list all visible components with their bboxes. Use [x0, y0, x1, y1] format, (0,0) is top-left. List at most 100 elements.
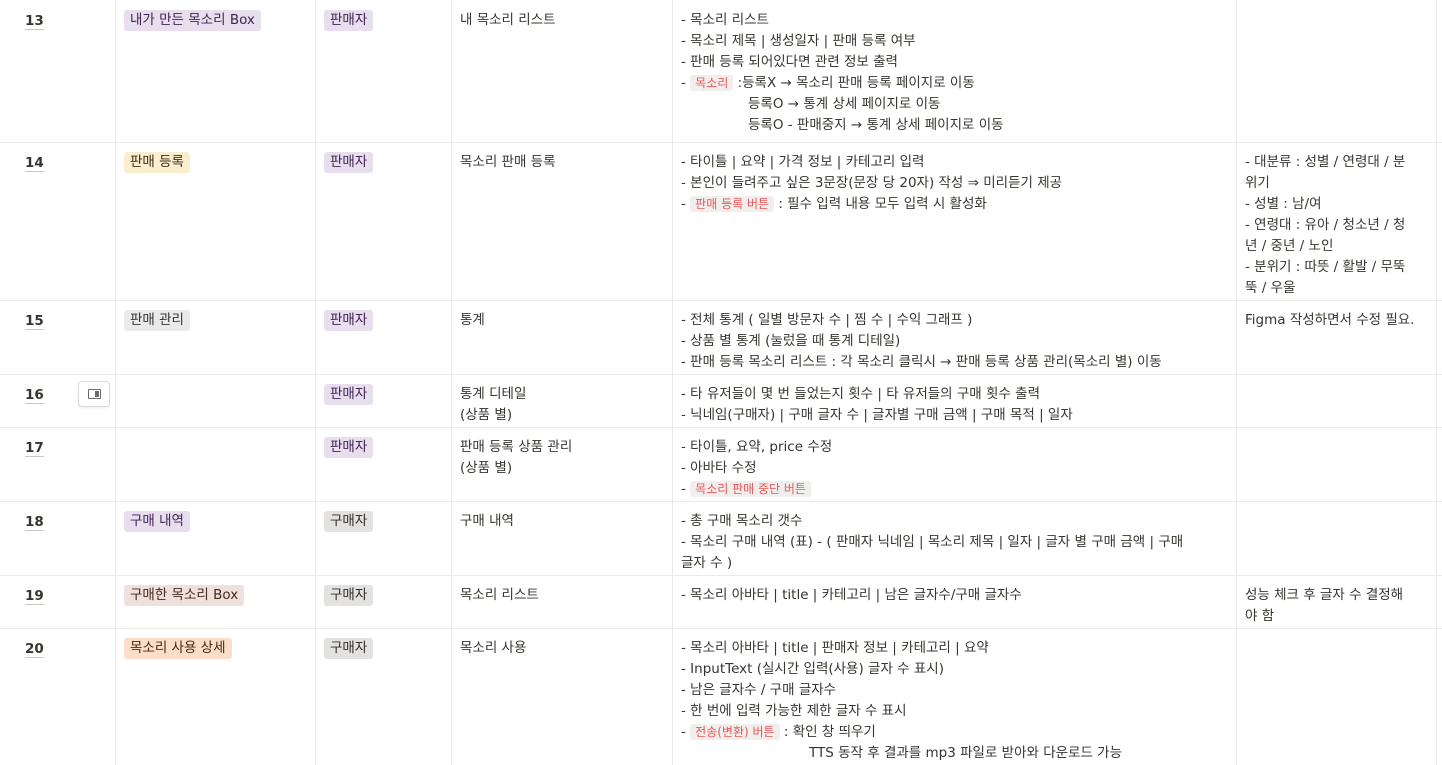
description-prefix: - — [681, 75, 691, 91]
description[interactable]: - 타이틀, 요약, price 수정 - 아바타 수정 - 목소리 판매 중단… — [681, 437, 832, 500]
note-line: Figma 작성하면서 수정 필요. — [1245, 312, 1415, 328]
description-suffix: : 확인 창 띄우기 — [779, 724, 876, 740]
column-divider — [115, 0, 116, 142]
row-number[interactable]: 17 — [25, 440, 44, 456]
page-name-text: 목소리 사용 — [460, 640, 527, 656]
description[interactable]: - 목소리 아바타 | title | 판매자 정보 | 카테고리 | 요약 -… — [681, 638, 1122, 764]
role-tag[interactable]: 판매자 — [324, 152, 374, 173]
column-divider — [1436, 0, 1437, 142]
column-divider — [1236, 427, 1237, 501]
category-tag[interactable]: 구매 내역 — [124, 511, 190, 532]
page-name[interactable]: 통계 — [460, 310, 485, 331]
description-line: TTS 동작 후 결과를 mp3 파일로 받아와 다운로드 가능 — [809, 745, 1123, 761]
row-number[interactable]: 15 — [25, 313, 44, 329]
table-row[interactable]: 18 구매 내역 구매자 구매 내역 - 총 구매 목소리 갯수 - 목소리 구… — [0, 501, 1442, 576]
note-line: 성능 체크 후 글자 수 결정해 — [1245, 587, 1404, 603]
description-line: - 타 유저들이 몇 번 들었는지 횟수 | 타 유저들의 구매 횟수 출력 — [681, 386, 1040, 402]
page-name[interactable]: 판매 등록 상품 관리 (상품 별) — [460, 437, 572, 479]
note-line: 위기 — [1245, 175, 1270, 191]
page-name[interactable]: 구매 내역 — [460, 511, 514, 532]
category-tag[interactable]: 판매 등록 — [124, 152, 190, 173]
description-line: - 타이틀, 요약, price 수정 — [681, 439, 833, 455]
note-line: - 대분류 : 성별 / 연령대 / 분 — [1245, 154, 1406, 170]
description[interactable]: - 목소리 아바타 | title | 카테고리 | 남은 글자수/구매 글자수 — [681, 585, 1022, 606]
category-tag[interactable]: 내가 만든 목소리 Box — [124, 10, 261, 31]
page-name[interactable]: 목소리 리스트 — [460, 585, 539, 606]
column-divider — [451, 427, 452, 501]
description-line: - 목소리 아바타 | title | 판매자 정보 | 카테고리 | 요약 — [681, 640, 989, 656]
column-divider — [315, 628, 316, 765]
category-tag[interactable]: 구매한 목소리 Box — [124, 585, 245, 606]
database-table: 13 내가 만든 목소리 Box 판매자 내 목소리 리스트 - 목소리 리스트… — [0, 0, 1442, 765]
table-row[interactable]: 14 판매 등록 판매자 목소리 판매 등록 - 타이틀 | 요약 | 가격 정… — [0, 142, 1442, 301]
page-name-text: 통계 디테일 — [460, 386, 527, 402]
page-name[interactable]: 통계 디테일 (상품 별) — [460, 384, 526, 426]
description[interactable]: - 전체 통계 ( 일별 방문자 수 | 찜 수 | 수익 그래프 ) - 상품… — [681, 310, 1162, 373]
column-divider — [115, 427, 116, 501]
table-row[interactable]: 20 목소리 사용 상세 구매자 목소리 사용 - 목소리 아바타 | titl… — [0, 628, 1442, 765]
note[interactable]: 성능 체크 후 글자 수 결정해 야 함 — [1245, 585, 1403, 627]
description[interactable]: - 총 구매 목소리 갯수 - 목소리 구매 내역 (표) - ( 판매자 닉네… — [681, 511, 1183, 574]
column-divider — [672, 142, 673, 300]
description-prefix: - — [681, 481, 691, 497]
page-name[interactable]: 목소리 판매 등록 — [460, 152, 556, 173]
description-line: - 판매 등록 버튼 : 필수 입력 내용 모두 입력 시 활성화 — [681, 194, 1062, 215]
description-line: - 닉네임(구매자) | 구매 글자 수 | 글자별 구매 금액 | 구매 목적… — [681, 407, 1073, 423]
description[interactable]: - 목소리 리스트 - 목소리 제목 | 생성일자 | 판매 등록 여부 - 판… — [681, 10, 1004, 136]
column-divider — [451, 575, 452, 628]
inline-code: 전송(변환) 버튼 — [690, 724, 780, 740]
table-row[interactable]: 13 내가 만든 목소리 Box 판매자 내 목소리 리스트 - 목소리 리스트… — [0, 0, 1442, 143]
page-name-text: (상품 별) — [460, 407, 513, 423]
row-number[interactable]: 16 — [25, 387, 44, 403]
description-line: - 총 구매 목소리 갯수 — [681, 513, 803, 529]
column-divider — [115, 142, 116, 300]
page-name[interactable]: 내 목소리 리스트 — [460, 10, 556, 31]
table-row[interactable]: 16 판매자 통계 디테일 (상품 별) - 타 유저들이 몇 번 들었는지 횟… — [0, 374, 1442, 428]
table-row[interactable]: 17 판매자 판매 등록 상품 관리 (상품 별) - 타이틀, 요약, pri… — [0, 427, 1442, 502]
description-prefix: - — [681, 196, 691, 212]
role-tag[interactable]: 판매자 — [324, 384, 374, 405]
description-line: - 전체 통계 ( 일별 방문자 수 | 찜 수 | 수익 그래프 ) — [681, 312, 973, 328]
note-line: - 분위기 : 따뜻 / 활발 / 무뚝 — [1245, 259, 1406, 275]
category-tag[interactable]: 판매 관리 — [124, 310, 190, 331]
role-tag[interactable]: 판매자 — [324, 10, 374, 31]
description[interactable]: - 타이틀 | 요약 | 가격 정보 | 카테고리 입력 - 본인이 들려주고 … — [681, 152, 1062, 215]
row-number[interactable]: 18 — [25, 514, 44, 530]
row-number[interactable]: 14 — [25, 155, 44, 171]
description-suffix: :등록X → 목소리 판매 등록 페이지로 이동 — [733, 75, 975, 91]
row-number[interactable]: 19 — [25, 588, 44, 604]
column-divider — [1236, 374, 1237, 427]
description-line: - 한 번에 입력 가능한 제한 글자 수 표시 — [681, 703, 907, 719]
note-line: 야 함 — [1245, 608, 1275, 624]
column-divider — [1436, 575, 1437, 628]
table-row[interactable]: 15 판매 관리 판매자 통계 - 전체 통계 ( 일별 방문자 수 | 찜 수… — [0, 300, 1442, 375]
column-divider — [315, 575, 316, 628]
page-name[interactable]: 목소리 사용 — [460, 638, 526, 659]
note-line: 뚝 / 우울 — [1245, 280, 1296, 296]
column-divider — [451, 628, 452, 765]
note[interactable]: Figma 작성하면서 수정 필요. — [1245, 310, 1414, 331]
role-tag[interactable]: 판매자 — [324, 437, 374, 458]
column-divider — [115, 374, 116, 427]
role-tag[interactable]: 구매자 — [324, 638, 374, 659]
row-number[interactable]: 13 — [25, 13, 44, 29]
column-divider — [451, 0, 452, 142]
role-tag[interactable]: 판매자 — [324, 310, 374, 331]
table-row[interactable]: 19 구매한 목소리 Box 구매자 목소리 리스트 - 목소리 아바타 | t… — [0, 575, 1442, 629]
column-divider — [1236, 0, 1237, 142]
page-name-text: 목소리 판매 등록 — [460, 154, 556, 170]
category-tag[interactable]: 목소리 사용 상세 — [124, 638, 232, 659]
page-name-text: (상품 별) — [460, 460, 513, 476]
column-divider — [672, 575, 673, 628]
column-divider — [315, 501, 316, 575]
row-number[interactable]: 20 — [25, 641, 44, 657]
role-tag[interactable]: 구매자 — [324, 511, 374, 532]
description-line: - InputText (실시간 입력(사용) 글자 수 표시) — [681, 661, 944, 677]
note[interactable]: - 대분류 : 성별 / 연령대 / 분 위기 - 성별 : 남/여 - 연령대… — [1245, 152, 1405, 299]
column-divider — [1236, 575, 1237, 628]
description[interactable]: - 타 유저들이 몇 번 들었는지 횟수 | 타 유저들의 구매 횟수 출력 -… — [681, 384, 1073, 426]
role-tag[interactable]: 구매자 — [324, 585, 374, 606]
description-suffix: : 필수 입력 내용 모두 입력 시 활성화 — [774, 196, 987, 212]
column-divider — [1236, 628, 1237, 765]
open-page-button[interactable] — [78, 381, 110, 407]
